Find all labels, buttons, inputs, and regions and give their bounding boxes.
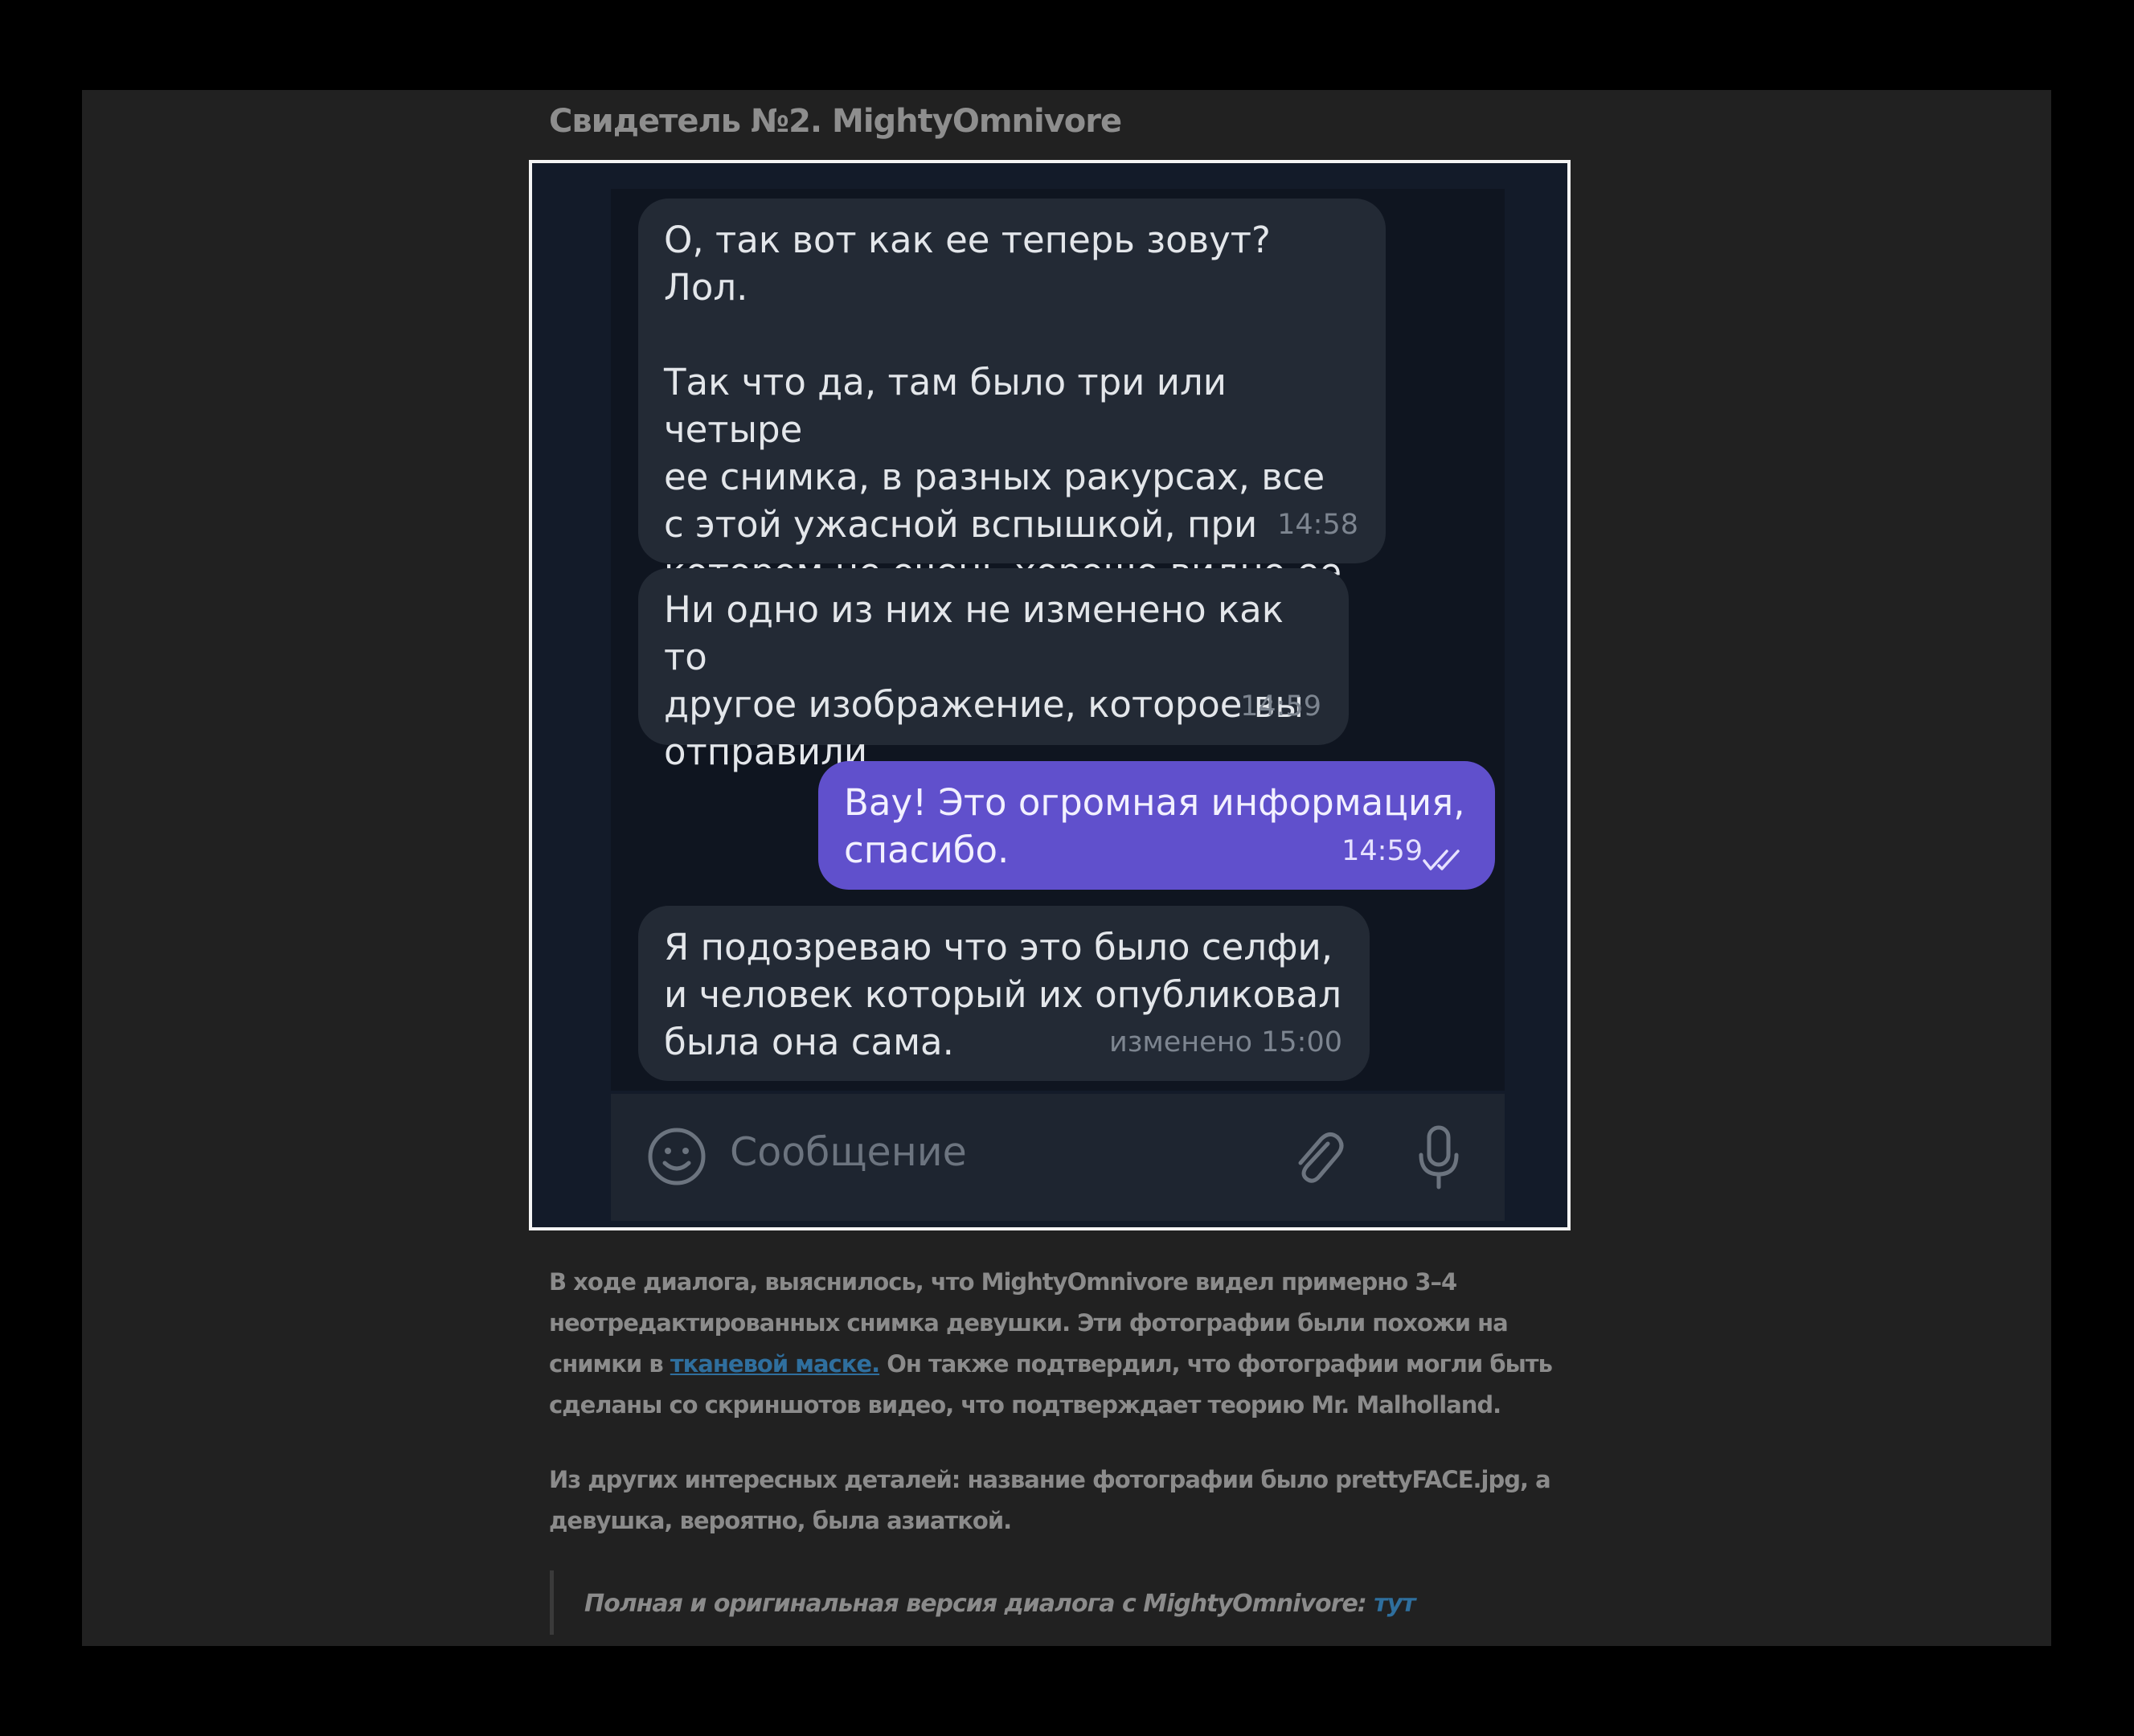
double-check-icon: [1423, 850, 1460, 870]
message-incoming: Я подозреваю что это было селфи, и челов…: [638, 906, 1370, 1081]
chat-screenshot: О, так вот как ее теперь зовут? Лол. Так…: [529, 160, 1571, 1230]
blockquote: Полная и оригинальная версия диалога с M…: [550, 1570, 1518, 1635]
message-incoming: Ни одно из них не изменено как то другое…: [638, 568, 1349, 773]
quote-label: Полная и оригинальная версия диалога с M…: [584, 1590, 1374, 1618]
message-time: изменено 15:00: [1109, 1026, 1342, 1058]
message-incoming: О, так вот как ее теперь зовут? Лол. Так…: [638, 199, 1386, 641]
section-heading: Свидетель №2. MightyOmnivore: [549, 103, 1122, 140]
attach-icon[interactable]: [1286, 1126, 1347, 1190]
microphone-icon[interactable]: [1415, 1124, 1463, 1190]
message-input[interactable]: Сообщение: [730, 1129, 967, 1175]
tissue-mask-link[interactable]: тканевой маске.: [670, 1350, 880, 1378]
message-text: Ни одно из них не изменено как то другое…: [664, 588, 1304, 773]
full-dialog-link[interactable]: тут: [1374, 1590, 1415, 1618]
message-input-bar: Сообщение: [611, 1094, 1505, 1221]
emoji-icon[interactable]: [646, 1126, 707, 1187]
article-paragraph: В ходе диалога, выяснилось, что MightyOm…: [549, 1262, 1562, 1426]
message-time: 14:59: [1240, 690, 1321, 723]
message-time: 14:59: [1341, 835, 1423, 867]
message-outgoing: Вау! Это огромная информация, спасибо. 1…: [818, 761, 1495, 890]
message-time: 14:58: [1277, 509, 1358, 541]
quote-text: Полная и оригинальная версия диалога с M…: [584, 1590, 1416, 1618]
article-paragraph: Из других интересных деталей: название ф…: [549, 1466, 1551, 1534]
